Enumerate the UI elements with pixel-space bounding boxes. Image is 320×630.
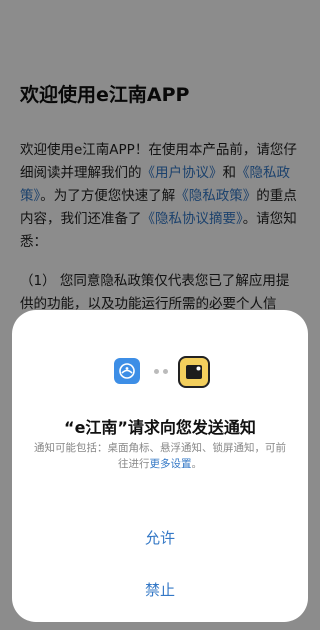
allow-button[interactable]: 允许: [32, 518, 288, 558]
dialog-desc-end: 。: [191, 458, 203, 470]
deny-button[interactable]: 禁止: [32, 570, 288, 610]
dots-connector-icon: [154, 369, 172, 375]
e-jiangnan-app-icon: [114, 358, 140, 384]
dialog-icons: [12, 356, 308, 390]
more-settings-link[interactable]: 更多设置: [150, 458, 192, 470]
notification-icon: [178, 356, 210, 388]
dialog-description: 通知可能包括：桌面角标、悬浮通知、锁屏通知，可前往进行更多设置。: [34, 440, 286, 472]
dialog-title: “e江南”请求向您发送通知: [64, 418, 256, 437]
notification-permission-dialog: “e江南”请求向您发送通知 通知可能包括：桌面角标、悬浮通知、锁屏通知，可前往进…: [12, 310, 308, 622]
